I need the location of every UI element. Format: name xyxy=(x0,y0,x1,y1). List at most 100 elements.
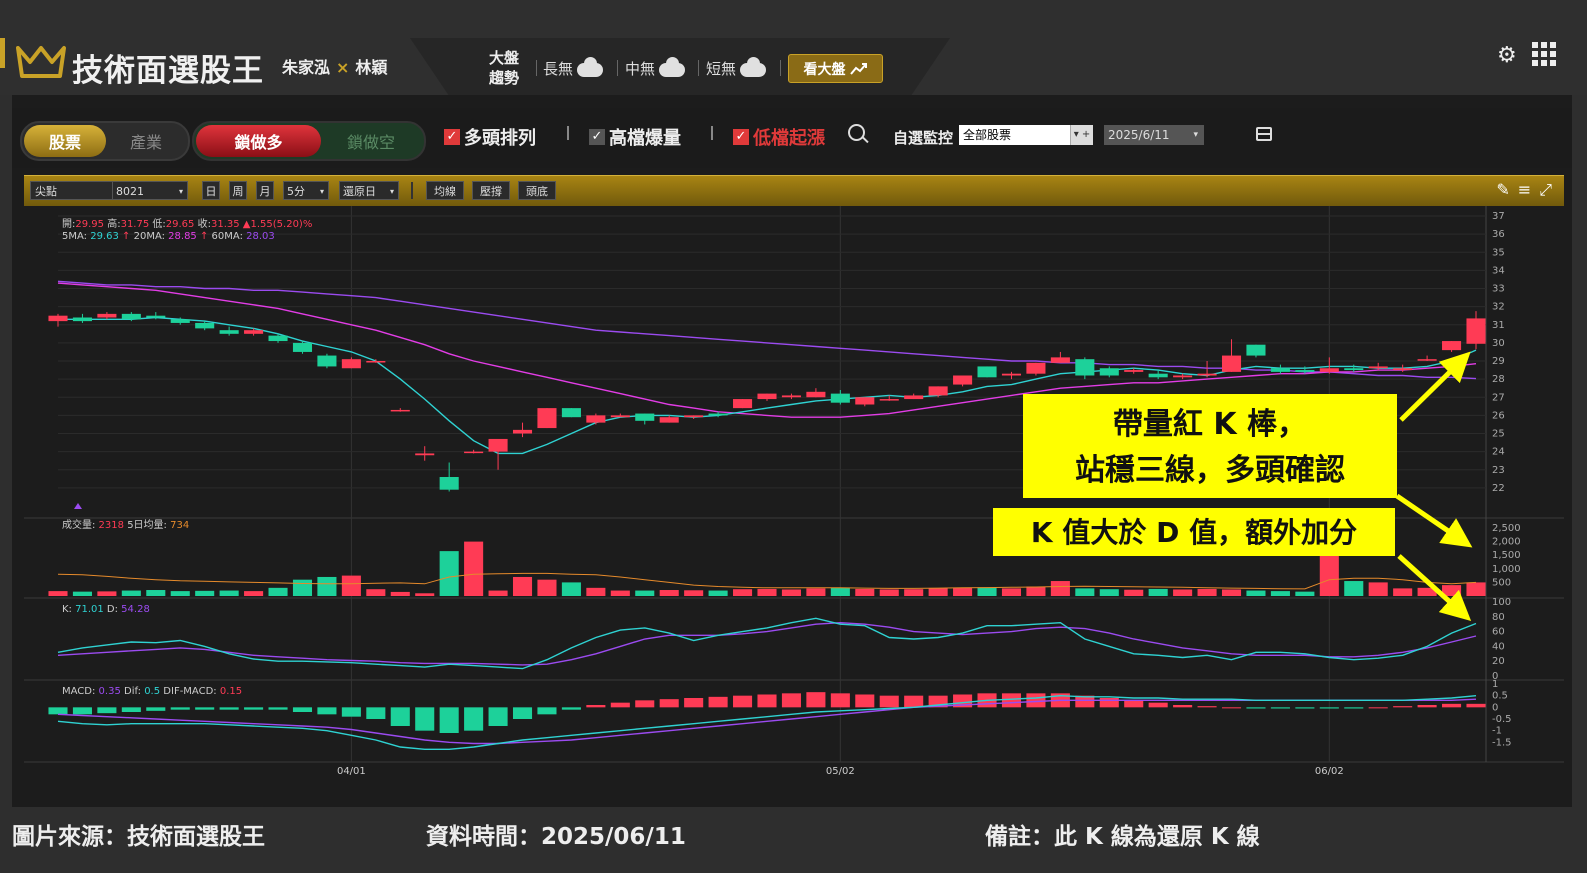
toggle-long[interactable]: 鎖做多 xyxy=(196,125,321,157)
table-settings-icon[interactable] xyxy=(1256,127,1272,141)
candle-body xyxy=(1270,368,1290,372)
volume-bar xyxy=(48,591,68,596)
macd-osc-bar xyxy=(219,707,239,710)
candle-body xyxy=(708,413,728,416)
macd-osc-bar xyxy=(1099,698,1119,708)
period-week-button[interactable]: 周 xyxy=(229,181,247,200)
date-select[interactable]: 2025/6/11 ▾ xyxy=(1104,125,1204,145)
volume-bar xyxy=(244,591,264,596)
candle-body xyxy=(1124,370,1144,372)
volume-bar xyxy=(292,579,313,596)
volume-readout: 成交量: 2318 5日均量: 734 xyxy=(62,518,189,531)
macd-osc-bar xyxy=(390,707,410,726)
volume-bar xyxy=(806,588,826,596)
macd-osc-bar xyxy=(1124,700,1144,708)
trend-mid-label: 中無 xyxy=(625,60,656,78)
ma-button[interactable]: 均線 xyxy=(426,181,464,200)
trend-long[interactable]: 長無 xyxy=(543,56,604,79)
kd-readout: K: 71.01 D: 54.28 xyxy=(62,604,150,615)
volume-bar xyxy=(928,588,948,596)
macd-osc-bar xyxy=(537,707,557,715)
ma60-line xyxy=(57,280,1477,380)
check-high-volume[interactable]: ✓ 高檔爆量 xyxy=(589,124,681,150)
adjust-select[interactable]: 還原日 ▾ xyxy=(339,181,399,200)
candle-body xyxy=(733,399,753,409)
volume-bar xyxy=(1393,588,1413,596)
kd-tick-label: 20 xyxy=(1492,656,1505,667)
macd-osc-bar xyxy=(268,707,288,710)
candle-body xyxy=(1368,366,1388,369)
volume-bar xyxy=(317,576,337,596)
candle-body xyxy=(488,438,508,452)
macd-osc-bar xyxy=(830,693,850,708)
check-bull-alignment[interactable]: ✓ 多頭排列 xyxy=(444,124,536,150)
app-title: 技術面選股王 xyxy=(72,53,264,89)
stock-code-input[interactable]: 8021 ▾ xyxy=(112,181,188,200)
macd-tick-label: -0.5 xyxy=(1492,714,1512,725)
macd-tick-label: 0.5 xyxy=(1492,691,1508,702)
candle-body xyxy=(1075,359,1095,376)
candle-body xyxy=(1173,375,1193,378)
volume-tick-label: 1,500 xyxy=(1492,550,1521,561)
interval-select[interactable]: 5分 ▾ xyxy=(283,181,329,200)
cloud-icon xyxy=(659,56,686,77)
dropdown-arrow-icon[interactable]: ▾ + xyxy=(1070,125,1093,145)
macd-osc-bar xyxy=(1417,705,1437,708)
top-bottom-button[interactable]: 頭底 xyxy=(518,181,556,200)
candle-body xyxy=(366,361,386,363)
volume-bar xyxy=(1148,588,1168,596)
period-month-button[interactable]: 月 xyxy=(256,181,274,200)
volume-bar xyxy=(512,576,533,596)
crown-logo-icon xyxy=(16,46,66,78)
macd-osc-bar xyxy=(879,695,899,708)
sliders-icon[interactable]: ≡ xyxy=(1518,180,1531,200)
trend-mid[interactable]: 中無 xyxy=(625,56,686,79)
footer-source: 圖片來源：技術面選股王 xyxy=(12,824,265,850)
trend-short[interactable]: 短無 xyxy=(706,56,767,79)
volume-bar xyxy=(953,587,973,596)
ohlc-readout: 開:29.95 高:31.75 低:29.65 收:31.35 ▲1.55(5.… xyxy=(62,217,312,230)
trend-short-label: 短無 xyxy=(706,60,737,78)
period-day-button[interactable]: 日 xyxy=(202,181,220,200)
pencil-icon[interactable]: ✎ xyxy=(1496,180,1509,200)
annotation-text: 帶量紅 K 棒， xyxy=(1113,407,1307,442)
candle-body xyxy=(1344,368,1364,371)
toggle-stock[interactable]: 股票 xyxy=(24,125,106,157)
volume-bar xyxy=(1001,588,1022,596)
candle-body xyxy=(97,313,117,318)
volume-bar xyxy=(97,591,117,596)
watch-select[interactable]: 全部股票 ▾ + xyxy=(959,125,1093,145)
volume-bar xyxy=(1295,591,1315,596)
candle-body xyxy=(1442,341,1462,351)
candle-body xyxy=(439,477,459,490)
volume-bar xyxy=(72,591,92,596)
kd-tick-label: 40 xyxy=(1492,641,1505,652)
gear-icon[interactable]: ⚙ xyxy=(1497,43,1517,68)
candle-body xyxy=(1099,368,1119,376)
checkbox-checked-icon: ✓ xyxy=(444,129,460,145)
candle-body xyxy=(537,408,557,429)
macd-osc-bar xyxy=(341,707,361,717)
support-resistance-button[interactable]: 壓撐 xyxy=(472,181,510,200)
price-tick-label: 32 xyxy=(1492,302,1505,313)
volume-bar xyxy=(439,551,459,596)
stock-chart: 04/01 05/02 06/02 22 23 24 25 26 27 28 29 30 31 32 33 3… xyxy=(24,206,1564,777)
volume-tick-label: 500 xyxy=(1492,577,1511,588)
check-low-rise[interactable]: ✓ 低檔起漲 xyxy=(733,124,825,150)
toggle-short[interactable]: 鎖做空 xyxy=(321,129,421,153)
see-market-button[interactable]: 看大盤 xyxy=(788,54,883,83)
search-icon[interactable] xyxy=(848,124,865,141)
apps-grid-icon[interactable] xyxy=(1532,42,1556,66)
candle-body xyxy=(1466,318,1486,344)
volume-bar xyxy=(561,582,581,596)
macd-tick-label: -1 xyxy=(1492,726,1502,737)
volume-bar xyxy=(1099,589,1119,596)
macd-osc-bar xyxy=(1442,703,1462,708)
field-select[interactable]: 尖點 xyxy=(30,181,114,200)
macd-osc-bar xyxy=(121,707,141,712)
expand-icon[interactable]: ⤢ xyxy=(1539,180,1552,200)
price-tick-label: 26 xyxy=(1492,410,1505,421)
toggle-industry[interactable]: 產業 xyxy=(106,129,186,153)
candle-body xyxy=(561,408,581,418)
macd-osc-bar xyxy=(684,698,704,708)
